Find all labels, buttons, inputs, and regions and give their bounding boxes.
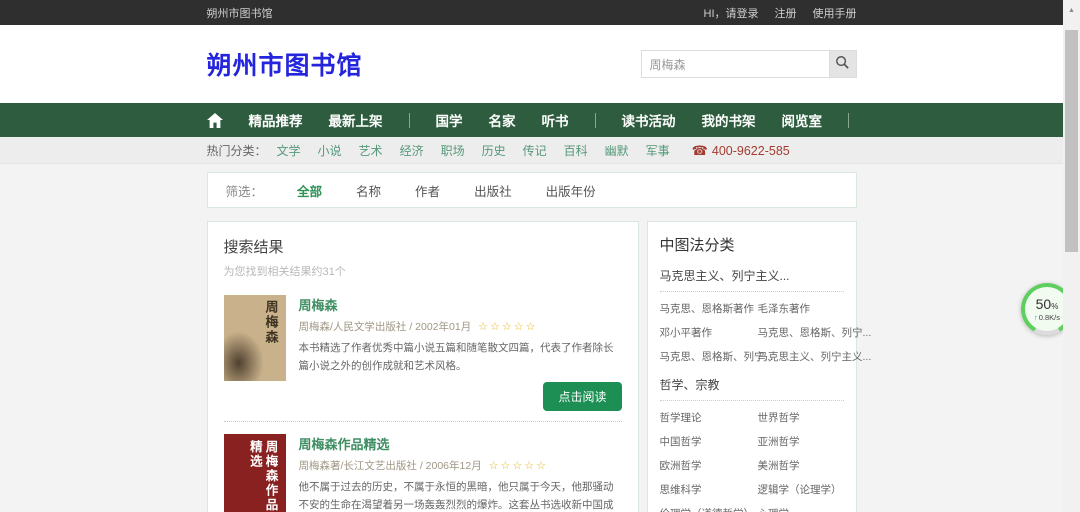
filter-option-year[interactable]: 出版年份 bbox=[546, 181, 596, 200]
classification-link[interactable]: 马克思、恩格斯、列宁... bbox=[758, 325, 872, 340]
result-item: 周梅森作品精选 周梅森作品精选 周梅森著/长江文艺出版社 / 2006年12月 … bbox=[223, 420, 622, 512]
nav-item-reading-activities[interactable]: 读书活动 bbox=[622, 110, 676, 130]
book-cover[interactable]: 周梅森作品精选 bbox=[223, 433, 286, 512]
classification-title: 中图法分类 bbox=[659, 237, 735, 254]
book-description: 本书精选了作者优秀中篇小说五篇和随笔散文四篇，代表了作者除长篇小说之外的创作成就… bbox=[298, 342, 614, 373]
result-item: 周梅森 周梅森 周梅森/人民文学出版社 / 2002年01月 ☆☆☆☆☆ 本书精… bbox=[223, 283, 622, 421]
hot-link-military[interactable]: 军事 bbox=[646, 142, 670, 159]
book-title-link[interactable]: 周梅森 bbox=[299, 295, 338, 314]
nav-item-my-bookshelf[interactable]: 我的书架 bbox=[702, 110, 756, 130]
filter-option-author[interactable]: 作者 bbox=[415, 181, 440, 200]
classification-link[interactable]: 思维科学 bbox=[660, 482, 758, 497]
classification-section: 马克思主义、列宁主义... 马克思、恩格斯著作 毛泽东著作 邓小平著作 马克思、… bbox=[659, 267, 871, 364]
filter-option-name[interactable]: 名称 bbox=[356, 181, 381, 200]
classification-section: 哲学、宗教 哲学理论 世界哲学 中国哲学 亚洲哲学 欧洲哲学 美洲哲学 思维科学… bbox=[659, 376, 844, 512]
classification-link[interactable]: 伦理学（道德哲学） bbox=[660, 506, 758, 512]
nav-divider bbox=[408, 112, 410, 128]
home-icon[interactable] bbox=[206, 112, 223, 128]
up-arrow-icon: ↑ bbox=[1033, 312, 1038, 322]
nav-divider bbox=[848, 112, 849, 128]
search-input[interactable] bbox=[640, 50, 829, 78]
nav-item-famous-authors[interactable]: 名家 bbox=[489, 110, 516, 130]
classification-link[interactable]: 逻辑学（论理学） bbox=[758, 482, 844, 497]
progress-percent: 50% bbox=[1035, 295, 1059, 312]
hot-categories-label: 热门分类： bbox=[206, 144, 267, 158]
nav-item-new-arrivals[interactable]: 最新上架 bbox=[329, 110, 383, 130]
network-speed: ↑0.8K/s bbox=[1033, 312, 1060, 322]
scrollbar-thumb[interactable] bbox=[1065, 30, 1078, 252]
scroll-up-arrow[interactable]: ▲ bbox=[1063, 0, 1080, 24]
hot-category-links: 文学 小说 艺术 经济 职场 历史 传记 百科 幽默 军事 bbox=[277, 142, 670, 159]
phone-icon: ☎ bbox=[691, 142, 708, 158]
topbar: 朔州市图书馆 HI，请登录 注册 使用手册 bbox=[0, 0, 1063, 25]
hot-link-humor[interactable]: 幽默 bbox=[605, 142, 629, 159]
search-results-panel: 搜索结果 为您找到相关结果约31个 周梅森 周梅森 周梅森/人民文学出版社 / … bbox=[206, 221, 639, 512]
classification-link[interactable]: 邓小平著作 bbox=[660, 325, 758, 340]
hot-link-fiction[interactable]: 小说 bbox=[318, 142, 342, 159]
main-content: 搜索结果 为您找到相关结果约31个 周梅森 周梅森 周梅森/人民文学出版社 / … bbox=[206, 221, 871, 512]
classification-link[interactable]: 美洲哲学 bbox=[758, 458, 844, 473]
filter-label: 筛选： bbox=[225, 184, 264, 199]
cover-title-text: 周梅森 bbox=[263, 300, 279, 345]
book-description: 他不属于过去的历史，不属于永恒的黑暗，他只属于今天，他那骚动不安的生命在渴望着另… bbox=[298, 480, 614, 512]
classification-section-heading[interactable]: 马克思主义、列宁主义... bbox=[659, 267, 844, 292]
browser-viewport: 朔州市图书馆 HI，请登录 注册 使用手册 朔州市图书馆 周梅森 精品推荐 最新… bbox=[0, 0, 1063, 512]
classification-link[interactable]: 亚洲哲学 bbox=[758, 434, 844, 449]
rating-stars[interactable]: ☆☆☆☆☆ bbox=[478, 321, 537, 333]
classification-link[interactable]: 欧洲哲学 bbox=[660, 458, 758, 473]
nav-item-featured[interactable]: 精品推荐 bbox=[249, 110, 303, 130]
classification-link[interactable]: 哲学理论 bbox=[660, 410, 758, 425]
search-button[interactable] bbox=[828, 50, 857, 78]
hot-link-career[interactable]: 职场 bbox=[441, 142, 465, 159]
classification-panel: 中图法分类 马克思主义、列宁主义... 马克思、恩格斯著作 毛泽东著作 邓小平著… bbox=[646, 221, 871, 512]
rating-stars[interactable]: ☆☆☆☆☆ bbox=[489, 460, 548, 472]
hot-link-art[interactable]: 艺术 bbox=[359, 142, 383, 159]
topbar-site-name: 朔州市图书馆 bbox=[206, 7, 273, 20]
site-logo[interactable]: 朔州市图书馆 bbox=[207, 46, 363, 82]
results-title: 搜索结果 bbox=[223, 239, 284, 256]
hot-link-encyclopedia[interactable]: 百科 bbox=[564, 142, 588, 159]
filter-option-all[interactable]: 全部 bbox=[297, 181, 322, 200]
main-nav: 精品推荐 最新上架 国学 名家 听书 读书活动 我的书架 阅览室 bbox=[0, 103, 1063, 137]
search-bar bbox=[640, 50, 857, 78]
classification-link[interactable]: 马克思、恩格斯著作 bbox=[660, 301, 758, 316]
nav-divider bbox=[594, 112, 596, 128]
service-phone: ☎ 400-9622-585 bbox=[692, 143, 790, 159]
hot-link-history[interactable]: 历史 bbox=[482, 142, 506, 159]
manual-link[interactable]: 使用手册 bbox=[813, 5, 857, 21]
scrollbar[interactable]: ▲ bbox=[1063, 0, 1080, 512]
topbar-links: HI，请登录 注册 使用手册 bbox=[704, 5, 857, 21]
magnifier-icon bbox=[835, 55, 850, 73]
book-meta: 周梅森/人民文学出版社 / 2002年01月 bbox=[298, 321, 472, 333]
book-meta: 周梅森著/长江文艺出版社 / 2006年12月 bbox=[298, 459, 482, 472]
book-title-link[interactable]: 周梅森作品精选 bbox=[299, 434, 390, 453]
results-summary: 为您找到相关结果约31个 bbox=[223, 266, 346, 278]
phone-number: 400-9622-585 bbox=[711, 143, 790, 158]
classification-link[interactable]: 毛泽东著作 bbox=[758, 301, 872, 316]
hot-link-literature[interactable]: 文学 bbox=[277, 142, 301, 159]
classification-link[interactable]: 马克思、恩格斯、列宁... bbox=[660, 349, 774, 364]
header: 朔州市图书馆 bbox=[0, 25, 1063, 103]
nav-item-audiobooks[interactable]: 听书 bbox=[542, 110, 569, 130]
hot-link-biography[interactable]: 传记 bbox=[523, 142, 547, 159]
filter-option-publisher[interactable]: 出版社 bbox=[474, 181, 512, 200]
classification-link[interactable]: 心理学 bbox=[758, 506, 844, 512]
nav-item-sinology[interactable]: 国学 bbox=[436, 110, 463, 130]
hot-categories-bar: 热门分类： 文学 小说 艺术 经济 职场 历史 传记 百科 幽默 军事 ☎ 40… bbox=[0, 137, 1063, 164]
nav-item-reading-room[interactable]: 阅览室 bbox=[782, 110, 823, 130]
cover-title-text: 周梅森作品精选 bbox=[247, 439, 278, 512]
login-link[interactable]: HI，请登录 bbox=[704, 5, 759, 21]
hot-link-economics[interactable]: 经济 bbox=[400, 142, 424, 159]
read-button[interactable]: 点击阅读 bbox=[543, 381, 622, 411]
filter-bar: 筛选： 全部 名称 作者 出版社 出版年份 bbox=[206, 172, 857, 208]
classification-section-heading[interactable]: 哲学、宗教 bbox=[659, 376, 844, 401]
register-link[interactable]: 注册 bbox=[775, 5, 797, 21]
classification-link[interactable]: 马克思主义、列宁主义... bbox=[758, 349, 872, 364]
classification-link[interactable]: 世界哲学 bbox=[758, 410, 844, 425]
book-cover[interactable]: 周梅森 bbox=[223, 295, 286, 381]
classification-link[interactable]: 中国哲学 bbox=[660, 434, 758, 449]
